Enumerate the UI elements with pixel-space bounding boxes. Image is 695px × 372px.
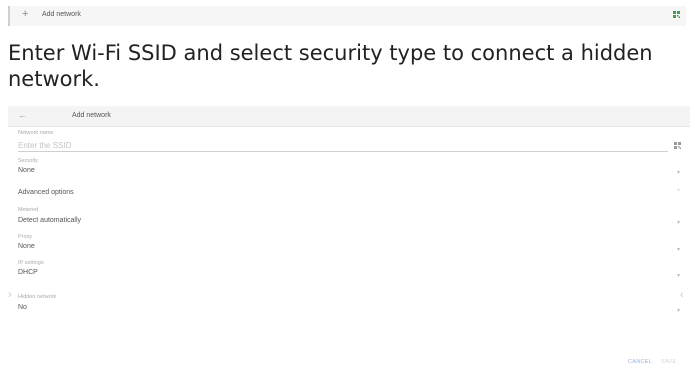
add-icon[interactable]: + xyxy=(22,8,28,20)
chevron-down-icon: ▾ xyxy=(677,308,681,314)
proxy-select[interactable]: None xyxy=(18,243,35,250)
top-bar: + Add network xyxy=(8,6,686,26)
ip-settings-select[interactable]: DHCP xyxy=(18,269,38,276)
top-bar-label[interactable]: Add network xyxy=(42,11,81,18)
proxy-label: Proxy xyxy=(18,234,33,240)
save-button[interactable]: SAVE xyxy=(661,359,676,365)
qr-code-icon[interactable] xyxy=(673,11,680,18)
ip-settings-label: IP settings xyxy=(18,260,44,266)
qr-scan-icon[interactable] xyxy=(674,142,681,149)
cancel-button[interactable]: CANCEL xyxy=(628,359,652,365)
ssid-underline xyxy=(18,151,668,152)
chevron-down-icon: ▾ xyxy=(677,170,681,176)
chevron-down-icon: ▾ xyxy=(677,220,681,226)
right-edge-arrow-icon: ‹ xyxy=(680,289,684,301)
panel-header: ← Add network xyxy=(8,106,690,127)
security-label: Security xyxy=(18,158,38,164)
security-select[interactable]: None xyxy=(18,167,35,174)
panel-title: Add network xyxy=(72,112,111,119)
page-headline: Enter Wi-Fi SSID and select security typ… xyxy=(8,41,653,91)
chevron-down-icon: ▾ xyxy=(677,247,681,253)
chevron-down-icon: ▾ xyxy=(677,273,681,279)
ssid-input[interactable]: Enter the SSID xyxy=(18,141,71,150)
hidden-network-select[interactable]: No xyxy=(18,304,27,311)
hidden-network-label: Hidden network xyxy=(18,294,57,300)
chevron-up-icon: ^ xyxy=(677,189,680,195)
advanced-options-toggle[interactable]: Advanced options xyxy=(18,189,74,196)
metered-label: Metered xyxy=(18,207,39,213)
network-name-label: Network name xyxy=(18,130,54,136)
back-arrow-icon[interactable]: ← xyxy=(18,110,27,120)
add-network-panel: ← Add network Network name Enter the SSI… xyxy=(8,103,690,371)
left-edge-arrow-icon: › xyxy=(8,289,12,301)
metered-select[interactable]: Detect automatically xyxy=(18,217,81,224)
